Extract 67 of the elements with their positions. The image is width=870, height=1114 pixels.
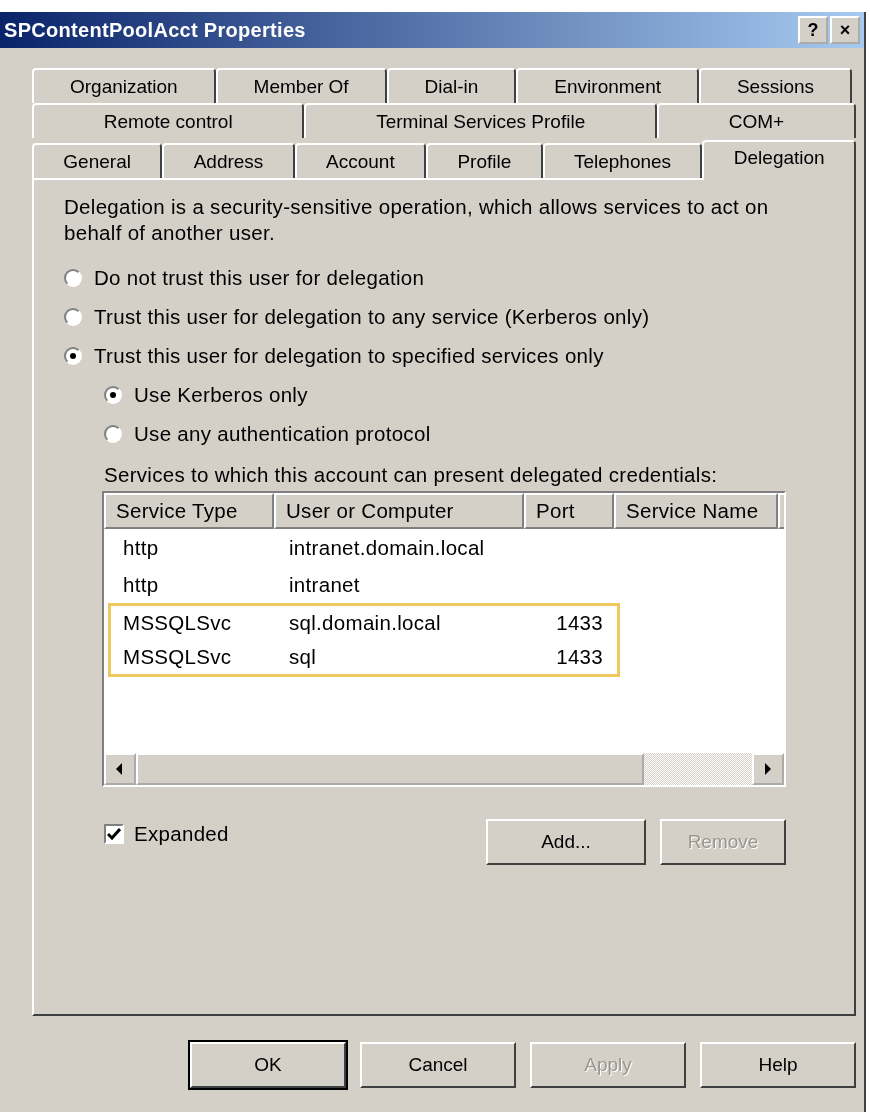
radio-label: Do not trust this user for delegation: [94, 265, 425, 290]
radio-button[interactable]: [104, 424, 122, 443]
tab[interactable]: General: [32, 143, 163, 178]
radio-option[interactable]: Trust this user for delegation to any service (Kerberos only): [64, 297, 650, 336]
tab[interactable]: Profile: [426, 143, 543, 178]
tab[interactable]: Sessions: [699, 68, 852, 103]
horizontal-scrollbar[interactable]: [104, 753, 784, 785]
table-cell: MSSQLSvc: [123, 645, 232, 668]
tab[interactable]: Organization: [32, 68, 216, 103]
dialog-button[interactable]: Help: [700, 1042, 856, 1088]
tab[interactable]: COM+: [657, 103, 856, 138]
tab[interactable]: Remote control: [32, 103, 305, 138]
radio-button[interactable]: [64, 268, 82, 287]
check-icon: [107, 828, 121, 840]
tab[interactable]: Address: [162, 143, 295, 178]
checkbox-label: Expanded: [134, 822, 229, 846]
column-header[interactable]: User or Computer: [274, 493, 524, 529]
radio-option[interactable]: Use Kerberos only: [104, 375, 308, 414]
services-list[interactable]: Service Type User or Computer Port Service Name http intranet.domain.local http intranet MSSQLSvc sql.domain.local 1433 MSSQLSvc sql 1433: [102, 491, 786, 787]
column-header[interactable]: Port: [524, 493, 614, 529]
tab[interactable]: Delegation: [702, 140, 856, 180]
radio-label: Trust this user for delegation to specified services only: [94, 343, 604, 368]
radio-button[interactable]: [64, 307, 82, 326]
radio-label: Use any authentication protocol: [134, 421, 431, 446]
dialog-button[interactable]: OK: [190, 1042, 346, 1088]
radio-button[interactable]: [64, 346, 82, 365]
checkbox[interactable]: [104, 824, 124, 844]
table-cell: sql.domain.local: [289, 611, 441, 634]
expanded-checkbox[interactable]: Expanded: [104, 822, 229, 846]
scroll-right-button[interactable]: [752, 753, 784, 785]
radio-label: Trust this user for delegation to any service (Kerberos only): [94, 304, 650, 329]
table-row[interactable]: MSSQLSvc sql.domain.local 1433: [108, 603, 620, 640]
radio-option[interactable]: Use any authentication protocol: [104, 414, 431, 453]
dialog-button[interactable]: Cancel: [360, 1042, 516, 1088]
tab[interactable]: Terminal Services Profile: [304, 103, 657, 138]
radio-button[interactable]: [104, 385, 122, 404]
column-header[interactable]: Service Type: [104, 493, 274, 529]
right-arrow-icon: [764, 763, 772, 775]
table-row[interactable]: http intranet: [108, 566, 620, 603]
table-cell: 1433: [556, 611, 603, 634]
table-cell: http: [123, 535, 159, 559]
close-button[interactable]: ×: [830, 16, 860, 44]
table-cell: http: [123, 572, 159, 596]
table-row[interactable]: MSSQLSvc sql 1433: [108, 640, 620, 677]
left-arrow-icon: [116, 763, 124, 775]
scroll-thumb[interactable]: [136, 753, 644, 785]
tab[interactable]: Environment: [516, 68, 699, 103]
tab[interactable]: Account: [294, 143, 427, 178]
table-cell: sql: [289, 645, 317, 668]
description-text: Delegation is a security-sensitive operation, which allows services to act on behalf of another user.: [64, 194, 770, 246]
table-cell: 1433: [556, 645, 603, 668]
column-header[interactable]: Service Name: [614, 493, 778, 529]
table-cell: intranet: [289, 572, 360, 596]
table-cell: intranet.domain.local: [289, 535, 485, 559]
radio-label: Use Kerberos only: [134, 382, 308, 407]
services-label: Services to which this account can present delegated credentials:: [104, 463, 719, 488]
table-row[interactable]: http intranet.domain.local: [108, 529, 620, 566]
radio-option[interactable]: Trust this user for delegation to specified services only: [64, 336, 604, 375]
window-title: SPContentPoolAcct Properties: [4, 18, 306, 42]
radio-option[interactable]: Do not trust this user for delegation: [64, 258, 425, 297]
scroll-left-button[interactable]: [104, 753, 136, 785]
add-button[interactable]: Add...: [486, 819, 646, 865]
tab[interactable]: Member Of: [215, 68, 387, 103]
tab[interactable]: Dial-in: [386, 68, 517, 103]
table-cell: MSSQLSvc: [123, 611, 232, 634]
tab[interactable]: Telephones: [542, 143, 703, 178]
help-button[interactable]: ?: [798, 16, 828, 44]
